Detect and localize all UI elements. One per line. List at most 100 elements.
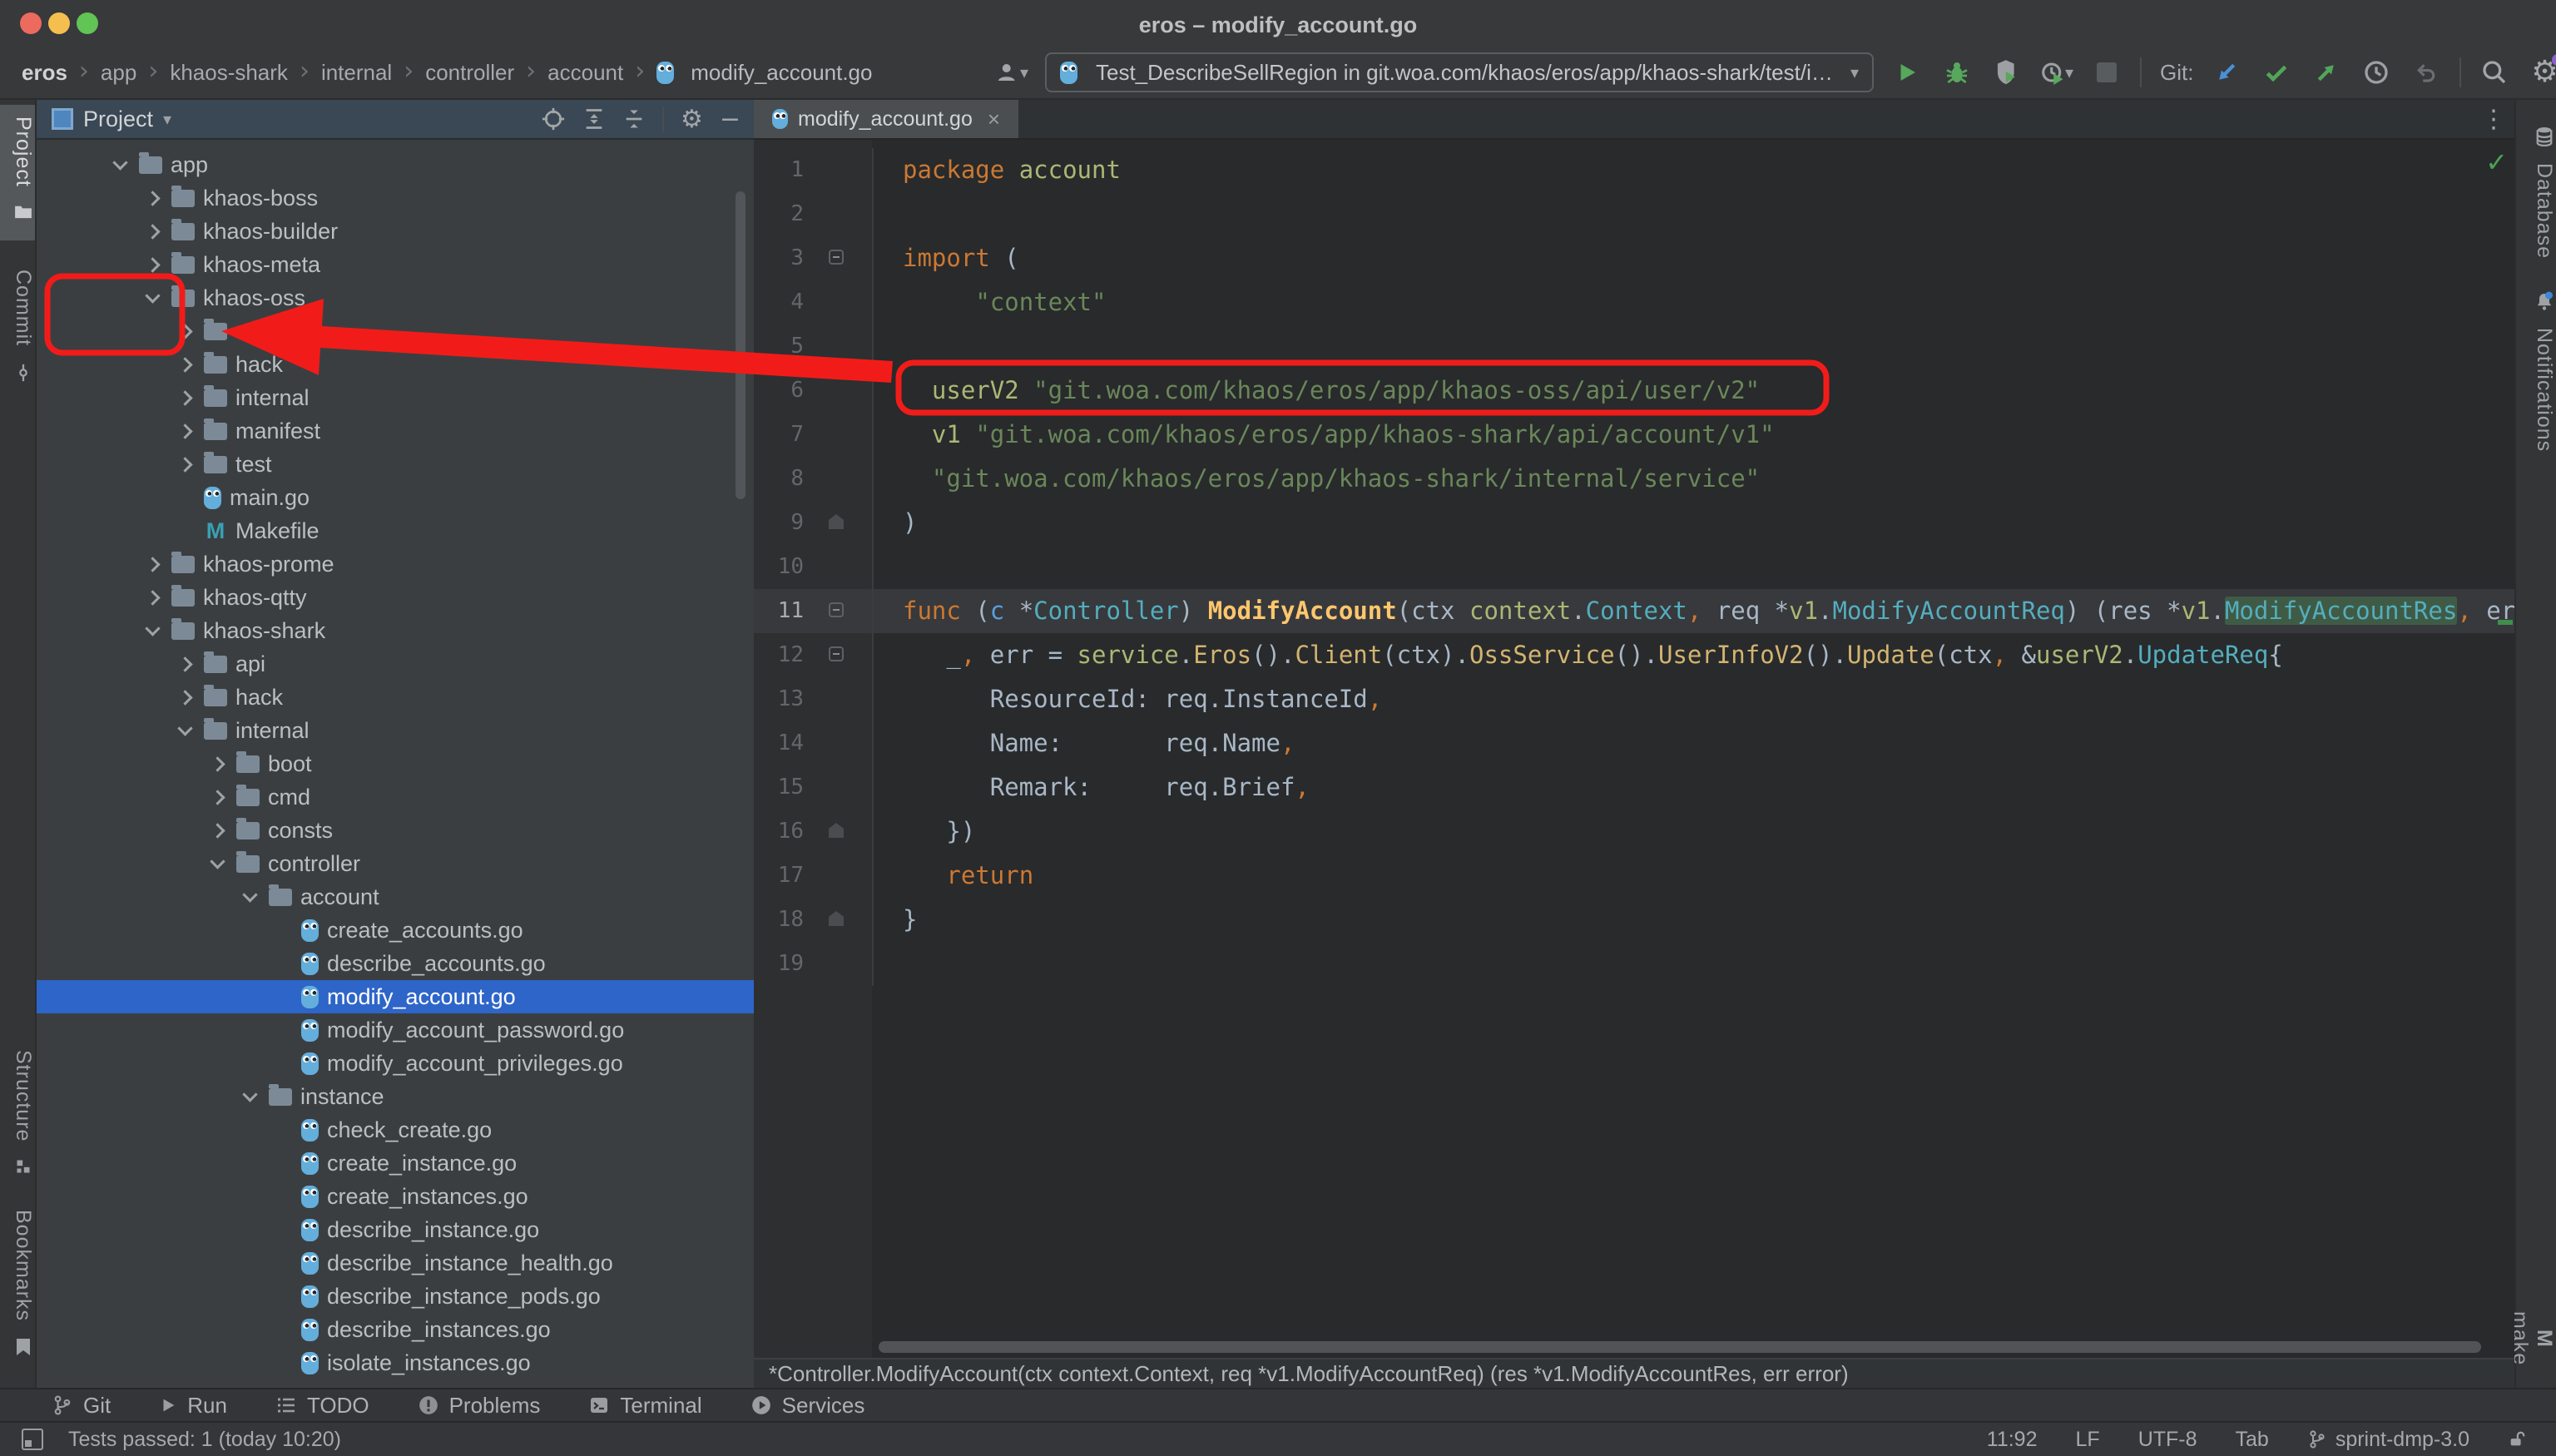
breadcrumb-item-controller[interactable]: controller [425,60,514,86]
fold-end-icon[interactable] [829,911,844,926]
tree-item-create_accounts.go[interactable]: create_accounts.go [37,914,754,947]
code-line-16[interactable]: 16 }) [754,810,2514,854]
caret-position-widget[interactable]: 11:92 [1987,1428,2038,1452]
stop-button[interactable] [2090,54,2123,91]
chevron-right-icon[interactable] [176,389,194,407]
tree-item-describe_instances.go[interactable]: describe_instances.go [37,1313,754,1346]
inspections-ok-icon[interactable]: ✓ [2485,146,2508,178]
code-line-9[interactable]: 9) [754,501,2514,545]
code-line-7[interactable]: 7 v1 "git.woa.com/khaos/eros/app/khaos-s… [754,413,2514,457]
chevron-right-icon[interactable] [143,222,161,240]
tree-item-describe_instance_pods.go[interactable]: describe_instance_pods.go [37,1280,754,1313]
code-line-11[interactable]: 11func (c *Controller) ModifyAccount(ctx… [754,589,2514,633]
stripe-tab-structure[interactable]: Structure [0,1038,35,1196]
code-line-15[interactable]: 15 Remark: req.Brief, [754,765,2514,810]
tree-scrollbar[interactable] [736,191,746,499]
tree-item-main.go[interactable]: main.go [37,481,754,514]
tree-item-Makefile[interactable]: MMakefile [37,514,754,547]
chevron-right-icon[interactable] [176,422,194,440]
unlock-icon[interactable] [2508,1429,2526,1449]
chevron-down-icon[interactable] [143,622,161,640]
chevron-right-icon[interactable] [143,555,161,573]
breadcrumb-item-account[interactable]: account [547,60,623,86]
code-with-me-users-icon[interactable]: ▾ [995,54,1028,91]
run-button[interactable] [1890,54,1924,91]
tree-item-api[interactable]: api [37,647,754,681]
search-everywhere-icon[interactable] [2478,54,2511,91]
collapse-all-icon[interactable] [622,106,646,131]
code-line-1[interactable]: 1package account [754,148,2514,192]
code-line-13[interactable]: 13 ResourceId: req.InstanceId, [754,677,2514,721]
tree-item-internal[interactable]: internal [37,714,754,747]
toolwindow-button-services[interactable]: Services [750,1393,865,1419]
git-push-button[interactable] [2310,54,2343,91]
breadcrumb-item-internal[interactable]: internal [321,60,392,86]
profiler-button[interactable]: ▾ [2040,54,2073,91]
chevron-right-icon[interactable] [176,688,194,706]
git-rollback-button[interactable] [2410,54,2443,91]
tree-item-describe_instance.go[interactable]: describe_instance.go [37,1213,754,1246]
tree-item-describe_instance_health.go[interactable]: describe_instance_health.go [37,1246,754,1280]
fold-collapse-icon[interactable] [829,250,844,265]
encoding-widget[interactable]: UTF-8 [2138,1428,2197,1452]
chevron-down-icon[interactable] [176,721,194,740]
code-line-19[interactable]: 19 [754,942,2514,986]
tab-options-menu-icon[interactable]: ⋮ [2481,105,2506,134]
editor-tab-modify-account[interactable]: modify_account.go × [754,100,1018,138]
toolwindow-button-run[interactable]: Run [159,1393,227,1419]
code-line-6[interactable]: 6 userV2 "git.woa.com/khaos/eros/app/kha… [754,369,2514,413]
status-message[interactable]: Tests passed: 1 (today 10:20) [68,1428,341,1452]
chevron-right-icon[interactable] [176,322,194,340]
git-branch-widget[interactable]: sprint-dmp-3.0 [2307,1428,2469,1452]
tree-item-modify_account_privileges.go[interactable]: modify_account_privileges.go [37,1047,754,1080]
chevron-down-icon[interactable] [111,156,129,174]
tree-item-modify_account_password.go[interactable]: modify_account_password.go [37,1013,754,1047]
fold-end-icon[interactable] [829,823,844,838]
toolwindow-button-problems[interactable]: Problems [418,1393,541,1419]
tree-item-khaos-builder[interactable]: khaos-builder [37,215,754,248]
tree-item-khaos-shark[interactable]: khaos-shark [37,614,754,647]
chevron-right-icon[interactable] [143,189,161,207]
chevron-right-icon[interactable] [176,655,194,673]
tree-item-controller[interactable]: controller [37,847,754,880]
code-line-2[interactable]: 2 [754,192,2514,236]
toolwindow-button-todo[interactable]: TODO [275,1393,369,1419]
tree-item-create_instance.go[interactable]: create_instance.go [37,1146,754,1180]
fold-end-icon[interactable] [829,514,844,529]
panel-settings-gear-icon[interactable]: ⚙ [681,105,703,134]
tree-item-isolate_instances.go[interactable]: isolate_instances.go [37,1346,754,1379]
toolwindow-button-git[interactable]: Git [52,1393,111,1419]
run-with-coverage-button[interactable] [1990,54,2024,91]
breadcrumb-item-eros[interactable]: eros [22,60,67,86]
code-line-18[interactable]: 18} [754,898,2514,942]
fold-collapse-icon[interactable] [829,646,844,661]
code-line-10[interactable]: 10 [754,545,2514,589]
chevron-down-icon[interactable] [240,888,259,906]
chevron-right-icon[interactable] [143,255,161,274]
git-commit-button[interactable] [2260,54,2293,91]
tree-item-create_instances.go[interactable]: create_instances.go [37,1180,754,1213]
chevron-right-icon[interactable] [176,455,194,473]
indent-widget[interactable]: Tab [2236,1428,2269,1452]
chevron-down-icon[interactable] [208,854,226,873]
tree-item-hack[interactable]: hack [37,681,754,714]
debug-button[interactable] [1940,54,1974,91]
stripe-tab-project[interactable]: Project [0,105,35,240]
tree-item-khaos-meta[interactable]: khaos-meta [37,248,754,281]
tree-item-test[interactable]: test [37,448,754,481]
chevron-down-icon[interactable] [240,1087,259,1106]
horizontal-scrollbar[interactable] [879,1341,2481,1353]
tree-item-check_create.go[interactable]: check_create.go [37,1113,754,1146]
code-line-5[interactable]: 5 [754,324,2514,369]
chevron-right-icon[interactable] [143,588,161,607]
tree-item-khaos-oss[interactable]: khaos-oss [37,281,754,314]
tree-item-internal[interactable]: internal [37,381,754,414]
tree-item-modify_account.go[interactable]: modify_account.go [37,980,754,1013]
toolwindow-button-terminal[interactable]: Terminal [588,1393,701,1419]
tree-item-khaos-prome[interactable]: khaos-prome [37,547,754,581]
code-line-3[interactable]: 3import ( [754,236,2514,280]
git-update-button[interactable] [2210,54,2243,91]
chevron-right-icon[interactable] [208,755,226,773]
stripe-tab-commit[interactable]: Commit [0,258,35,404]
tree-item-instance[interactable]: instance [37,1080,754,1113]
